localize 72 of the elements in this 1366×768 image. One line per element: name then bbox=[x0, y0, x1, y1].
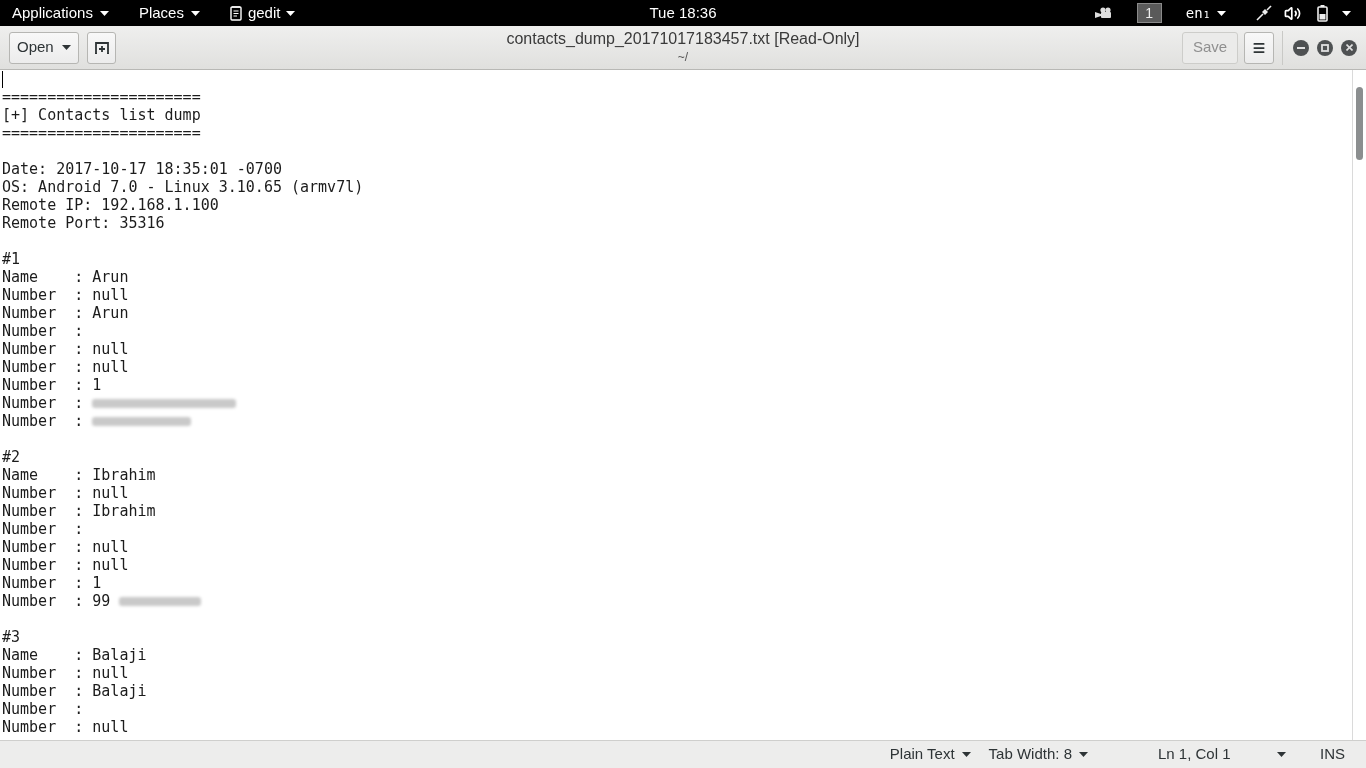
minimize-icon bbox=[1297, 46, 1305, 49]
close-icon bbox=[1345, 44, 1353, 51]
cable-icon[interactable] bbox=[1256, 5, 1272, 21]
text-line: OS: Android 7.0 - Linux 3.10.65 (armv7l) bbox=[2, 178, 364, 196]
app-menu[interactable]: gedit bbox=[229, 1, 296, 25]
maximize-button[interactable] bbox=[1317, 39, 1333, 56]
caret-icon bbox=[190, 10, 200, 16]
top-menu[interactable]: Places bbox=[138, 1, 200, 25]
minimize-button[interactable] bbox=[1293, 39, 1309, 56]
text-line: Number : bbox=[2, 322, 84, 340]
text-line: #1 bbox=[2, 250, 21, 268]
text-line: Number : 99 bbox=[2, 592, 111, 610]
position-menu[interactable]: Ln 1, Col 1 bbox=[1148, 743, 1298, 766]
top-menu[interactable]: Applications bbox=[12, 1, 109, 25]
battery-icon[interactable] bbox=[1317, 4, 1328, 22]
text-line: Number : Ibrahim bbox=[2, 502, 156, 520]
caret-icon bbox=[1342, 10, 1351, 16]
speaker-icon[interactable] bbox=[1284, 4, 1301, 22]
text-line: Name : Arun bbox=[2, 268, 129, 286]
text-line: Remote IP: 192.168.1.100 bbox=[2, 196, 219, 214]
caret-icon bbox=[99, 10, 109, 16]
text-cursor bbox=[2, 70, 3, 88]
text-line: Number : Balaji bbox=[2, 682, 147, 700]
language-menu[interactable]: Plain Text bbox=[881, 743, 979, 766]
tab-width-menu[interactable]: Tab Width: 8 bbox=[980, 743, 1096, 766]
caret-icon bbox=[1277, 752, 1286, 757]
text-line: Number : null bbox=[2, 538, 129, 556]
open-button[interactable]: Open bbox=[9, 31, 79, 64]
text-line: Number : bbox=[2, 520, 84, 538]
text-line: Number : null bbox=[2, 286, 129, 304]
scrollbar-thumb[interactable] bbox=[1356, 87, 1363, 160]
text-line: Number : null bbox=[2, 358, 129, 376]
caret-icon bbox=[1217, 10, 1226, 16]
notepad-icon bbox=[229, 5, 242, 21]
menu-button[interactable] bbox=[1244, 31, 1274, 64]
text-line: Number : bbox=[2, 394, 84, 412]
maximize-icon bbox=[1321, 43, 1329, 52]
video-camera-icon[interactable] bbox=[1094, 7, 1112, 19]
text-line: Number : null bbox=[2, 718, 129, 736]
text-line: #3 bbox=[2, 628, 21, 646]
text-line: Name : Balaji bbox=[2, 646, 147, 664]
text-line: ====================== bbox=[2, 124, 201, 142]
window-title: contacts_dump_20171017183457.txt [Read-Only] bbox=[506, 29, 860, 48]
text-line: ====================== bbox=[2, 88, 201, 106]
text-line: Date: 2017-10-17 18:35:01 -0700 bbox=[2, 160, 282, 178]
caret-icon bbox=[961, 752, 971, 757]
window-subtitle: ~/ bbox=[677, 48, 689, 66]
caret-icon bbox=[62, 45, 71, 50]
text-line: Number : 1 bbox=[2, 574, 102, 592]
caret-icon bbox=[286, 10, 296, 16]
scrollbar[interactable] bbox=[1352, 70, 1366, 740]
new-tab-icon bbox=[94, 41, 109, 54]
text-line: Number : null bbox=[2, 484, 129, 502]
text-line: [+] Contacts list dump bbox=[2, 106, 201, 124]
text-line: Remote Port: 35316 bbox=[2, 214, 165, 232]
text-line: Number : null bbox=[2, 556, 129, 574]
new-tab-button[interactable] bbox=[87, 31, 116, 64]
keyboard-layout-menu[interactable]: en₁ bbox=[1185, 2, 1226, 24]
caret-icon bbox=[1079, 752, 1088, 757]
insert-mode-label: INS bbox=[1320, 744, 1345, 765]
workspace-indicator[interactable]: 1 bbox=[1136, 3, 1162, 23]
text-line: Number : null bbox=[2, 340, 129, 358]
menu-icon bbox=[1252, 40, 1266, 55]
close-button[interactable] bbox=[1341, 39, 1357, 56]
text-line: Number : 1 bbox=[2, 376, 102, 394]
text-line: #2 bbox=[2, 448, 21, 466]
text-line: Number : null bbox=[2, 664, 129, 682]
text-line: Number : bbox=[2, 412, 84, 430]
clock[interactable]: Tue 18:36 bbox=[649, 1, 717, 25]
text-line: Name : Ibrahim bbox=[2, 466, 156, 484]
text-line: Number : bbox=[2, 700, 84, 718]
text-line: Number : Arun bbox=[2, 304, 129, 322]
